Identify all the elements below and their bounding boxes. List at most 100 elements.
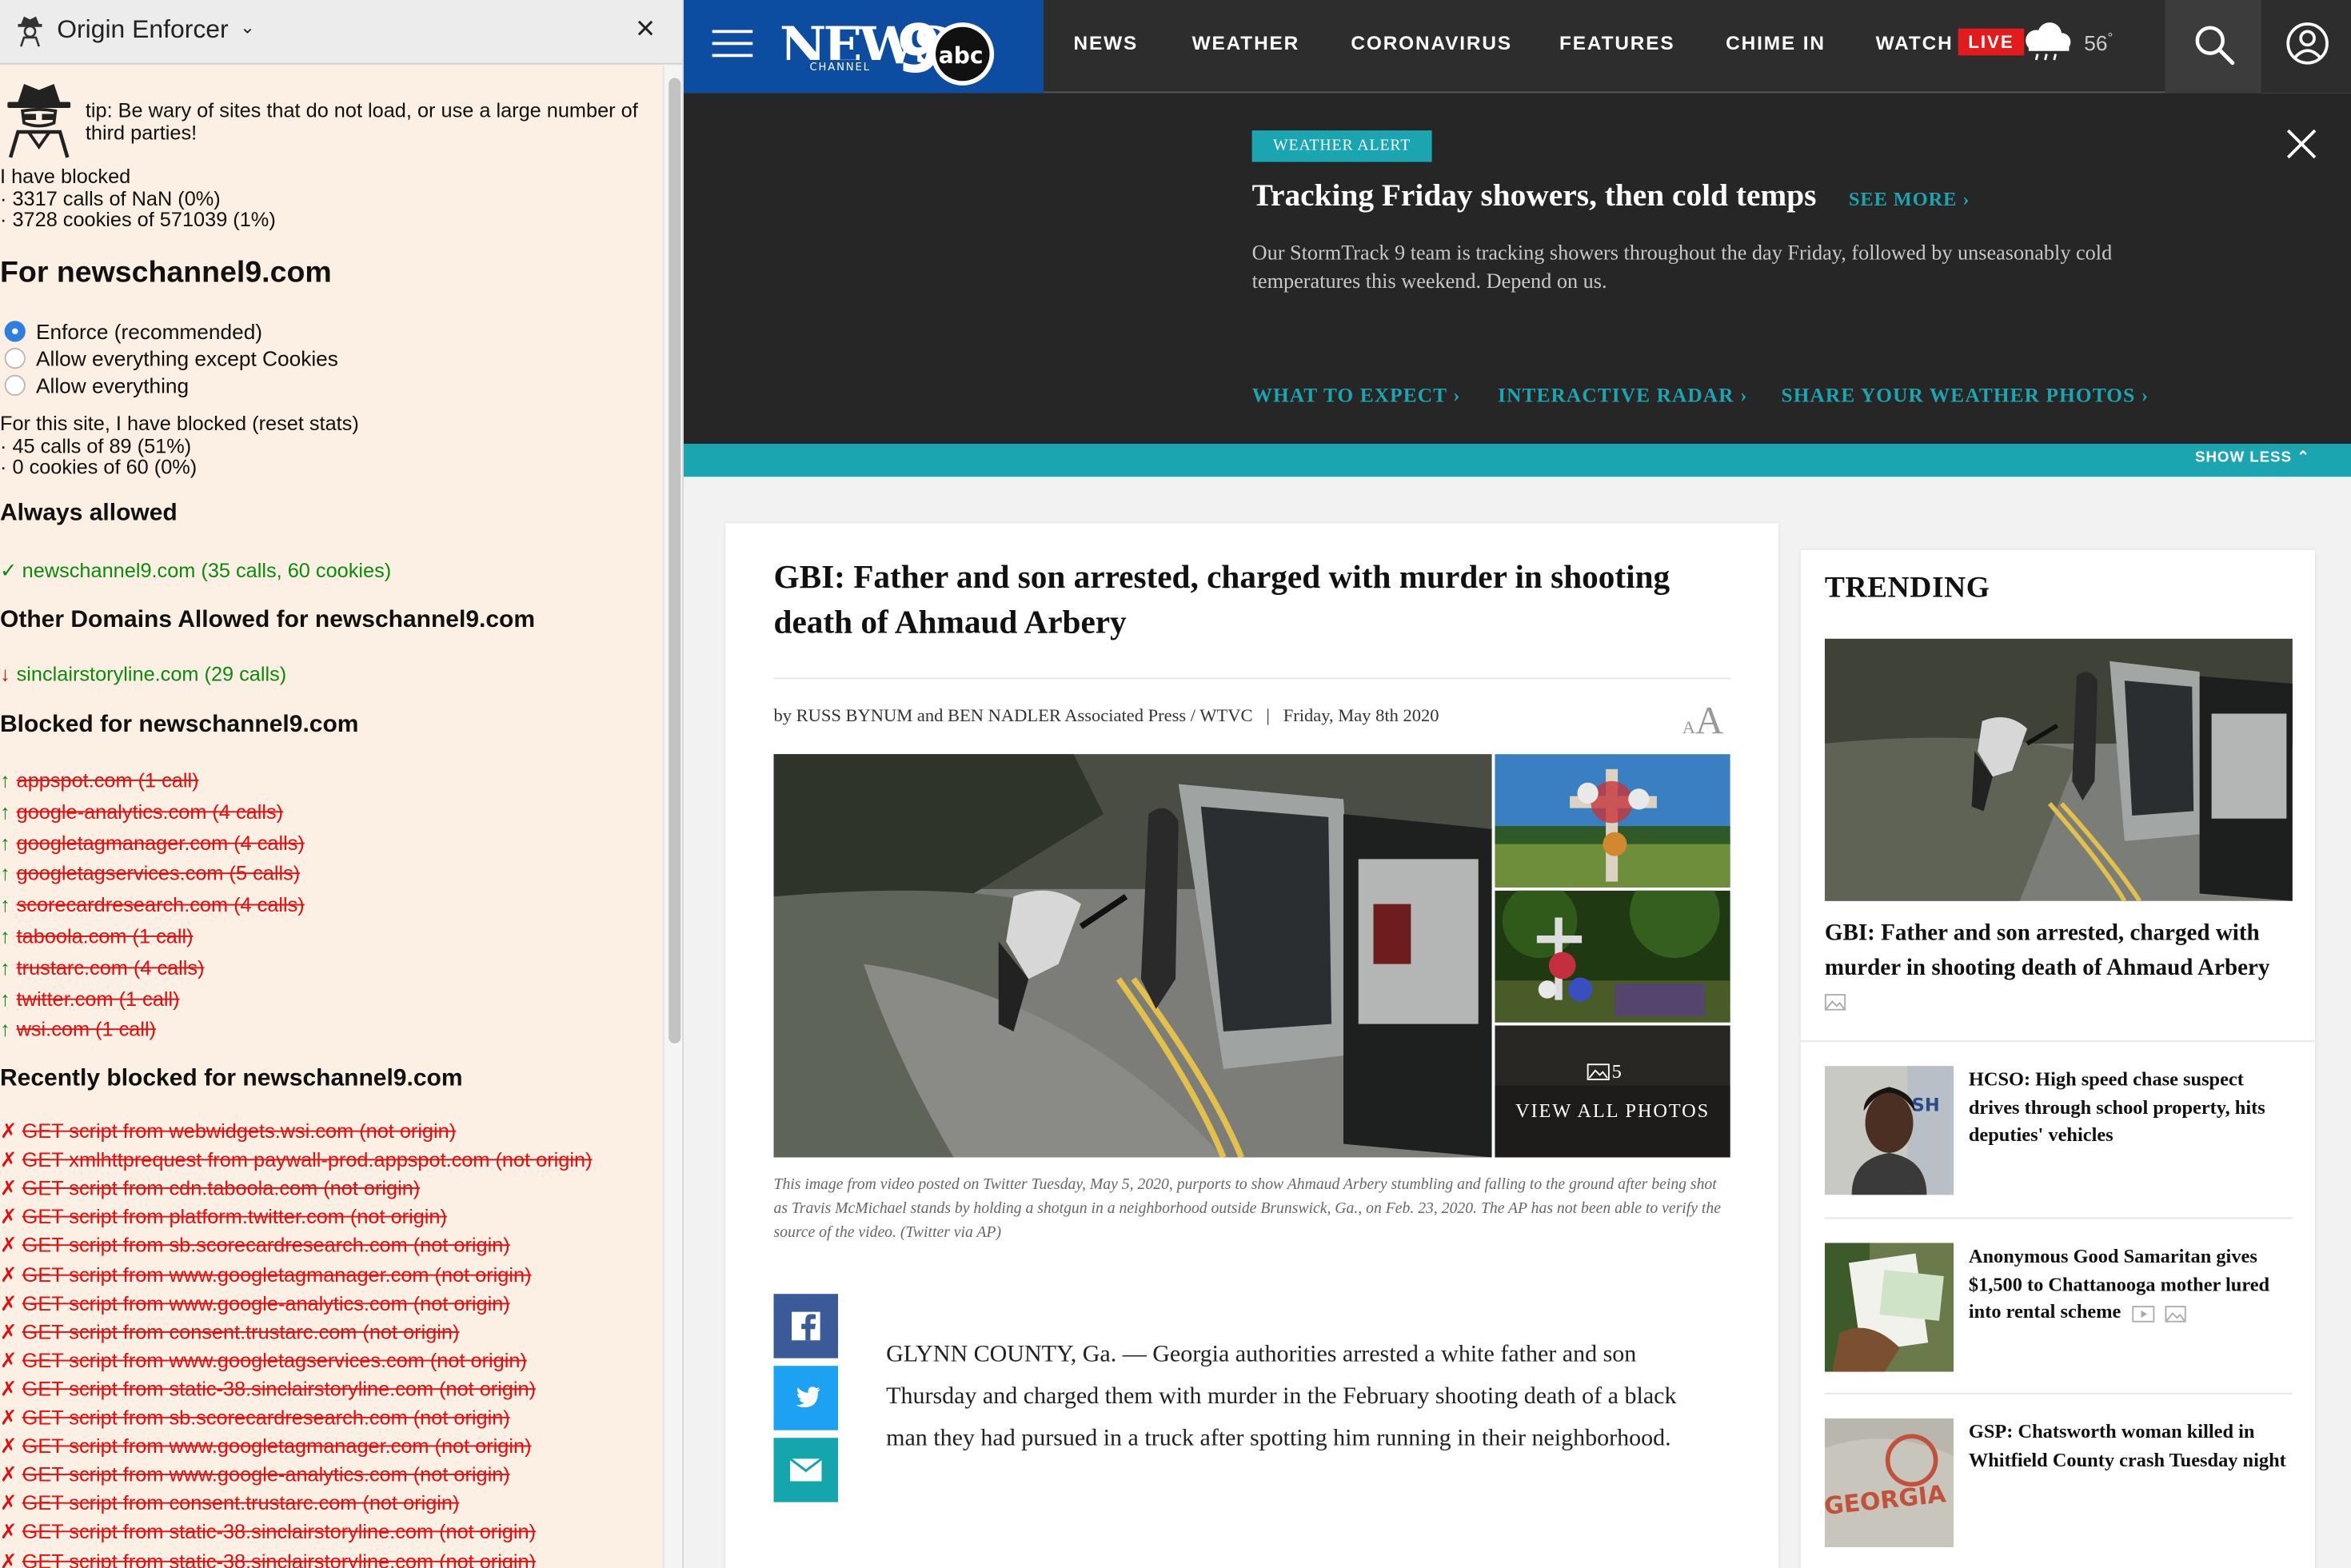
see-more-link[interactable]: SEE MORE ›	[1849, 187, 1970, 211]
option-enforce-label[interactable]: Enforce (recommended)	[36, 319, 262, 343]
gallery-thumb-1[interactable]	[1495, 754, 1730, 888]
trending-thumb-1[interactable]: SH	[1825, 1066, 1954, 1195]
global-blocked-stats: I have blocked · 3317 calls of NaN (0%) …	[0, 166, 276, 232]
weather-alert-title[interactable]: Tracking Friday showers, then cold temps	[1252, 177, 1817, 214]
recent-blocked-item[interactable]: ✗ GET script from cdn.taboola.com (not o…	[0, 1177, 420, 1201]
extension-title[interactable]: Origin Enforcer	[57, 15, 228, 46]
x-icon: ✗	[0, 1550, 17, 1568]
nav-features[interactable]: FEATURES	[1559, 31, 1675, 54]
other-allowed-item[interactable]: ↓sinclairstoryline.com (29 calls)	[0, 663, 286, 685]
show-less-button[interactable]: SHOW LESS ⌃	[2195, 450, 2310, 467]
option-allow-except-cookies-label[interactable]: Allow everything except Cookies	[36, 346, 338, 370]
photo-count: 5	[1585, 1060, 1622, 1084]
recent-blocked-item[interactable]: ✗ GET xmlhttprequest from paywall-prod.a…	[0, 1148, 593, 1172]
nav-watch[interactable]: WATCH	[1876, 31, 1954, 54]
blocked-domain-item[interactable]: ↑googletagmanager.com (4 calls)	[0, 832, 305, 854]
check-icon: ✓	[0, 559, 17, 583]
share-weather-photos-link[interactable]: SHARE YOUR WEATHER PHOTOS ›	[1782, 384, 2149, 408]
radio-enforce[interactable]	[5, 321, 26, 341]
blocked-domain-item[interactable]: ↑google-analytics.com (4 calls)	[0, 800, 283, 823]
email-share-button[interactable]	[774, 1438, 839, 1502]
temperature[interactable]: 56°	[2084, 30, 2113, 55]
trending-item-1[interactable]: HCSO: High speed chase suspect drives th…	[1969, 1066, 2296, 1149]
recent-heading: Recently blocked for newschannel9.com	[0, 1066, 463, 1093]
recent-blocked-item[interactable]: ✗ GET script from webwidgets.wsi.com (no…	[0, 1120, 456, 1144]
view-all-photos-button[interactable]: VIEW ALL PHOTOS	[1495, 1099, 1730, 1123]
radio-allow-except-cookies[interactable]	[5, 348, 26, 369]
arrow-up-icon: ↑	[0, 956, 17, 979]
close-icon[interactable]	[2284, 126, 2320, 162]
option-allow-everything-label[interactable]: Allow everything	[36, 373, 189, 397]
x-icon: ✗	[0, 1406, 17, 1430]
recent-blocked-item[interactable]: ✗ GET script from www.google-analytics.c…	[0, 1291, 510, 1315]
account-icon[interactable]	[2285, 21, 2330, 66]
x-icon: ✗	[0, 1177, 17, 1201]
reset-stats-link[interactable]: For this site, I have blocked (reset sta…	[0, 414, 359, 436]
recent-blocked-item[interactable]: ✗ GET script from sb.scorecardresearch.c…	[0, 1235, 510, 1259]
photo-icon	[1825, 994, 1846, 1011]
arrow-up-icon: ↑	[0, 863, 17, 885]
trending-item-3[interactable]: GSP: Chatsworth woman killed in Whitfiel…	[1969, 1418, 2296, 1474]
trending-divider	[1825, 1393, 2293, 1394]
radio-allow-everything[interactable]	[5, 375, 26, 396]
trending-top-photo[interactable]	[1825, 639, 2293, 901]
recent-blocked-item[interactable]: ✗ GET script from static-38.sinclairstor…	[0, 1521, 536, 1545]
arrow-up-icon: ↑	[0, 1019, 17, 1041]
recent-blocked-item[interactable]: ✗ GET script from www.google-analytics.c…	[0, 1463, 510, 1487]
live-badge[interactable]: LIVE	[1958, 29, 2025, 56]
always-allowed-item[interactable]: ✓ newschannel9.com (35 calls, 60 cookies…	[0, 559, 391, 583]
rain-cloud-icon[interactable]	[2018, 21, 2075, 63]
trending-thumb-2[interactable]	[1825, 1243, 1954, 1371]
recent-blocked-item[interactable]: ✗ GET script from static-38.sinclairstor…	[0, 1378, 536, 1402]
blocked-domain-item[interactable]: ↑scorecardresearch.com (4 calls)	[0, 894, 305, 916]
blocked-domain-item[interactable]: ↑wsi.com (1 call)	[0, 1019, 156, 1041]
blocked-domain-item[interactable]: ↑googletagservices.com (5 calls)	[0, 863, 300, 885]
article-main-photo[interactable]	[774, 754, 1492, 1157]
extension-scrollbar[interactable]	[663, 66, 684, 1568]
recent-blocked-item[interactable]: ✗ GET script from static-38.sinclairstor…	[0, 1550, 536, 1568]
arrow-up-icon: ↑	[0, 894, 17, 916]
nav-news[interactable]: NEWS	[1074, 31, 1139, 54]
recent-blocked-item[interactable]: ✗ GET script from sb.scorecardresearch.c…	[0, 1406, 510, 1430]
trending-item-2[interactable]: Anonymous Good Samaritan gives $1,500 to…	[1969, 1243, 2296, 1326]
recent-blocked-item[interactable]: ✗ GET script from www.googletagservices.…	[0, 1349, 527, 1373]
text-size-button[interactable]: AA	[1682, 699, 1723, 744]
newschannel9-logo[interactable]: NEWS CHANNEL 9 abc	[776, 6, 1001, 87]
article-body: GLYNN COUNTY, Ga. — Georgia authorities …	[886, 1335, 1703, 1461]
blocked-domain-item[interactable]: ↑appspot.com (1 call)	[0, 769, 199, 792]
blocked-domain-item[interactable]: ↑twitter.com (1 call)	[0, 987, 180, 1010]
chevron-down-icon[interactable]: ⌄	[240, 17, 255, 38]
trending-thumb-3[interactable]: GEORGIA	[1825, 1418, 1954, 1547]
svg-text:SH: SH	[1912, 1095, 1940, 1115]
alert-toggle-bar[interactable]	[684, 444, 2351, 477]
x-icon: ✗	[0, 1206, 17, 1230]
x-icon: ✗	[0, 1378, 17, 1402]
trending-divider	[1825, 1218, 2293, 1219]
nav-coronavirus[interactable]: CORONAVIRUS	[1351, 31, 1512, 54]
blocked-domain-item[interactable]: ↑taboola.com (1 call)	[0, 925, 194, 948]
nav-chime-in[interactable]: CHIME IN	[1726, 31, 1826, 54]
trending-top-title[interactable]: GBI: Father and son arrested, charged wi…	[1825, 916, 2297, 1021]
x-icon: ✗	[0, 1521, 17, 1545]
title-divider	[774, 678, 1730, 680]
nav-weather[interactable]: WEATHER	[1192, 31, 1300, 54]
hamburger-menu-icon[interactable]	[712, 30, 753, 61]
gallery-thumb-2[interactable]	[1495, 891, 1730, 1023]
spy-avatar-icon	[5, 81, 74, 159]
video-icon	[2132, 1305, 2154, 1322]
facebook-share-button[interactable]	[774, 1294, 839, 1359]
recent-blocked-item[interactable]: ✗ GET script from www.googletagmanager.c…	[0, 1263, 532, 1287]
recent-blocked-item[interactable]: ✗ GET script from platform.twitter.com (…	[0, 1206, 447, 1230]
what-to-expect-link[interactable]: WHAT TO EXPECT ›	[1252, 384, 1461, 408]
recent-blocked-item[interactable]: ✗ GET script from www.googletagmanager.c…	[0, 1435, 532, 1459]
tip-text: tip: Be wary of sites that do not load, …	[86, 99, 656, 144]
blocked-domain-item[interactable]: ↑trustarc.com (4 calls)	[0, 956, 205, 979]
search-icon[interactable]	[2193, 24, 2236, 66]
view-all-photos-tile[interactable]	[1495, 1026, 1730, 1158]
twitter-share-button[interactable]	[774, 1366, 839, 1430]
scrollbar-thumb[interactable]	[669, 78, 681, 1044]
recent-blocked-item[interactable]: ✗ GET script from consent.trustarc.com (…	[0, 1320, 459, 1344]
close-icon[interactable]: ×	[636, 12, 655, 45]
recent-blocked-item[interactable]: ✗ GET script from consent.trustarc.com (…	[0, 1492, 459, 1516]
interactive-radar-link[interactable]: INTERACTIVE RADAR ›	[1498, 384, 1748, 408]
